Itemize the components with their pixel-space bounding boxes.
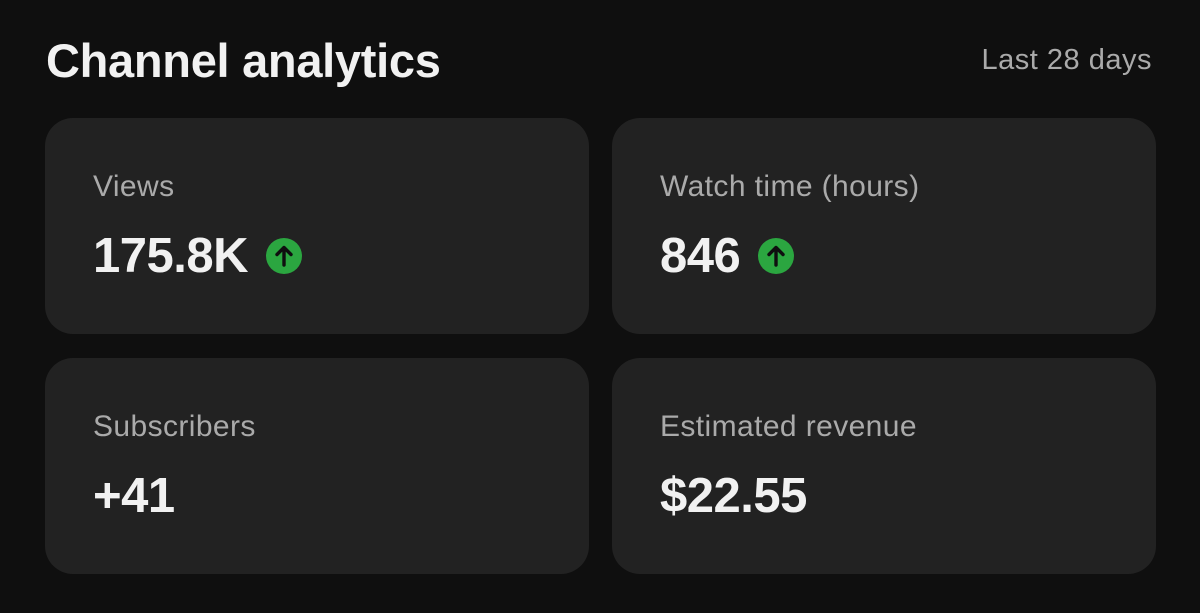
views-value: 175.8K (93, 229, 249, 283)
views-card[interactable]: Views 175.8K (45, 118, 589, 334)
date-range-label[interactable]: Last 28 days (982, 44, 1152, 77)
subscribers-value: +41 (93, 469, 175, 523)
metrics-grid: Views 175.8K Watch time (hours) 846 Subs… (45, 118, 1156, 574)
channel-analytics-screen: Channel analytics Last 28 days Views 175… (0, 0, 1200, 613)
watch-time-label: Watch time (hours) (660, 170, 920, 203)
subscribers-label: Subscribers (93, 410, 256, 443)
estimated-revenue-value-row: $22.55 (660, 468, 807, 524)
watch-time-value: 846 (660, 229, 741, 283)
estimated-revenue-card[interactable]: Estimated revenue $22.55 (612, 358, 1156, 574)
header: Channel analytics Last 28 days (46, 28, 1152, 92)
subscribers-value-row: +41 (93, 468, 175, 524)
arrow-up-circle-icon (266, 238, 303, 274)
arrow-up-circle-icon (758, 238, 795, 274)
estimated-revenue-value: $22.55 (660, 469, 807, 523)
views-value-row: 175.8K (93, 228, 303, 284)
estimated-revenue-label: Estimated revenue (660, 410, 917, 443)
watch-time-card[interactable]: Watch time (hours) 846 (612, 118, 1156, 334)
page-title: Channel analytics (46, 33, 441, 87)
subscribers-card[interactable]: Subscribers +41 (45, 358, 589, 574)
watch-time-value-row: 846 (660, 228, 795, 284)
views-label: Views (93, 170, 175, 203)
